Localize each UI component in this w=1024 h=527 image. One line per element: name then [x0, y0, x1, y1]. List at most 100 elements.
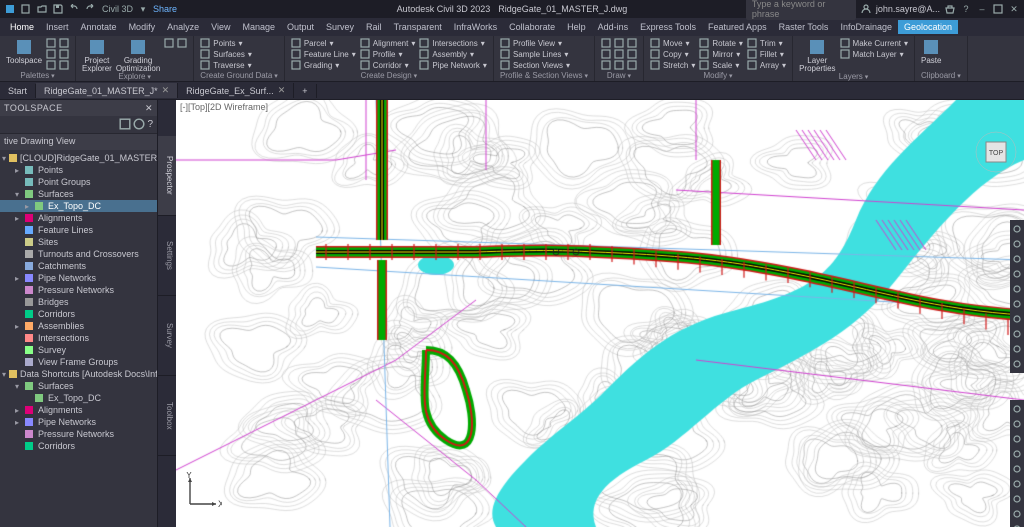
- tree-node[interactable]: Turnouts and Crossovers: [0, 248, 157, 260]
- tree-expander-icon[interactable]: ▸: [12, 214, 22, 223]
- ribbon-cmd-pipe-network[interactable]: Pipe Network ▾: [419, 60, 487, 70]
- signin-icon[interactable]: [860, 3, 872, 15]
- tree-node[interactable]: Corridors: [0, 440, 157, 452]
- ribbon-cmd-section-views[interactable]: Section Views ▾: [500, 60, 570, 70]
- ribbon-cmd-surfaces[interactable]: Surfaces ▾: [200, 49, 252, 59]
- tree-node[interactable]: ▸Alignments: [0, 212, 157, 224]
- nav-tool-icon[interactable]: [1011, 402, 1023, 416]
- ribbon-tab-geolocation[interactable]: Geolocation: [898, 20, 958, 34]
- tree-node[interactable]: Survey: [0, 344, 157, 356]
- doc-tab[interactable]: Start: [0, 84, 36, 98]
- ribbon-tab-rail[interactable]: Rail: [360, 20, 388, 34]
- drawing-canvas[interactable]: [-][Top][2D Wireframe] TOP X Y: [176, 100, 1024, 527]
- ribbon-tab-infodrainage[interactable]: InfoDrainage: [834, 20, 898, 34]
- ts-help-icon[interactable]: ?: [147, 119, 153, 130]
- ribbon-cmd-profile[interactable]: Profile ▾: [360, 49, 416, 59]
- ribbon-tab-home[interactable]: Home: [4, 20, 40, 34]
- ribbon-panel-label[interactable]: Create Design: [291, 71, 487, 81]
- ribbon-cmd-grading[interactable]: Grading ▾: [291, 60, 356, 70]
- tree-node[interactable]: Feature Lines: [0, 224, 157, 236]
- tree-expander-icon[interactable]: ▾: [2, 154, 6, 163]
- new-tab-button[interactable]: +: [294, 84, 316, 98]
- ribbon-tab-collaborate[interactable]: Collaborate: [503, 20, 561, 34]
- nav-tool-icon[interactable]: [1011, 507, 1023, 521]
- ribbon-cmd-mirror[interactable]: Mirror ▾: [699, 49, 743, 59]
- maximize-icon[interactable]: [992, 3, 1004, 15]
- tree-node[interactable]: ▸Points: [0, 164, 157, 176]
- search-input[interactable]: Type a keyword or phrase: [746, 0, 856, 20]
- ribbon-cmd-profile-view[interactable]: Profile View ▾: [500, 38, 570, 48]
- nav-tool-icon[interactable]: [1011, 522, 1023, 527]
- nav-tool-icon[interactable]: [1011, 477, 1023, 491]
- ribbon-cmd-intersections[interactable]: Intersections ▾: [419, 38, 487, 48]
- tree-expander-icon[interactable]: ▸: [12, 406, 22, 415]
- ribbon-panel-label[interactable]: Palettes: [6, 71, 69, 81]
- toolspace-tab-survey[interactable]: Survey: [158, 296, 176, 376]
- qat-undo-icon[interactable]: [68, 3, 80, 15]
- ribbon-tab-survey[interactable]: Survey: [320, 20, 360, 34]
- ribbon-tab-output[interactable]: Output: [281, 20, 320, 34]
- nav-tool-icon[interactable]: [1011, 222, 1023, 236]
- close-icon[interactable]: ✕: [1008, 3, 1020, 15]
- ts-tool-icon[interactable]: [119, 118, 131, 132]
- ribbon-panel-label[interactable]: Draw: [601, 71, 637, 81]
- tree-node[interactable]: Catchments: [0, 260, 157, 272]
- tree-node[interactable]: Sites: [0, 236, 157, 248]
- viewport-label[interactable]: [-][Top][2D Wireframe]: [180, 102, 268, 112]
- tree-expander-icon[interactable]: ▸: [12, 418, 22, 427]
- tree-node[interactable]: Pressure Networks: [0, 428, 157, 440]
- tree-node[interactable]: Ex_Topo_DC: [0, 392, 157, 404]
- tree-expander-icon[interactable]: ▸: [12, 166, 22, 175]
- ribbon-tab-help[interactable]: Help: [561, 20, 592, 34]
- share-button[interactable]: Share: [153, 4, 177, 14]
- ribbon-cmd-match-layer[interactable]: Match Layer ▾: [840, 49, 908, 59]
- ribbon-cmd-make-current[interactable]: Make Current ▾: [840, 38, 908, 48]
- ribbon-panel-label[interactable]: Create Ground Data: [200, 71, 278, 81]
- tree-node[interactable]: ▸Pipe Networks: [0, 416, 157, 428]
- nav-tool-icon[interactable]: [1011, 327, 1023, 341]
- nav-tool-icon[interactable]: [1011, 357, 1023, 371]
- nav-tool-icon[interactable]: [1011, 237, 1023, 251]
- ribbon-panel-label[interactable]: Modify: [650, 71, 786, 81]
- ribbon-cmd-trim[interactable]: Trim ▾: [747, 38, 786, 48]
- ts-tool-icon[interactable]: [133, 118, 145, 132]
- basket-icon[interactable]: [944, 3, 956, 15]
- ribbon-cmd-project-explorer[interactable]: ProjectExplorer: [82, 38, 112, 74]
- ribbon-cmd-copy[interactable]: Copy ▾: [650, 49, 695, 59]
- ribbon-tab-raster-tools[interactable]: Raster Tools: [773, 20, 835, 34]
- toolspace-view-header[interactable]: tive Drawing View: [0, 134, 157, 150]
- tree-expander-icon[interactable]: ▾: [12, 190, 22, 199]
- user-name[interactable]: john.sayre@A...: [876, 4, 940, 14]
- tree-expander-icon[interactable]: ▾: [2, 370, 6, 379]
- ribbon-tab-analyze[interactable]: Analyze: [161, 20, 205, 34]
- tree-expander-icon[interactable]: ▸: [12, 322, 22, 331]
- tree-node[interactable]: Pressure Networks: [0, 284, 157, 296]
- tree-node[interactable]: ▾Surfaces: [0, 188, 157, 200]
- ribbon-cmd-scale[interactable]: Scale ▾: [699, 60, 743, 70]
- ribbon-cmd-sample-lines[interactable]: Sample Lines ▾: [500, 49, 570, 59]
- nav-tool-icon[interactable]: [1011, 492, 1023, 506]
- ribbon-cmd-rotate[interactable]: Rotate ▾: [699, 38, 743, 48]
- qat-dropdown-icon[interactable]: ▾: [137, 3, 149, 15]
- ribbon-tab-manage[interactable]: Manage: [236, 20, 281, 34]
- ribbon-tab-add-ins[interactable]: Add-ins: [592, 20, 635, 34]
- tree-node[interactable]: ▾Surfaces: [0, 380, 157, 392]
- nav-tool-icon[interactable]: [1011, 297, 1023, 311]
- minimize-icon[interactable]: –: [976, 3, 988, 15]
- tree-node[interactable]: Corridors: [0, 308, 157, 320]
- nav-tool-icon[interactable]: [1011, 432, 1023, 446]
- ribbon-tab-modify[interactable]: Modify: [123, 20, 162, 34]
- tree-node[interactable]: Point Groups: [0, 176, 157, 188]
- qat-redo-icon[interactable]: [84, 3, 96, 15]
- ribbon-cmd-layer-properties[interactable]: LayerProperties: [799, 38, 835, 74]
- ribbon-cmd-grading-optimization[interactable]: GradingOptimization: [116, 38, 160, 74]
- nav-tool-icon[interactable]: [1011, 252, 1023, 266]
- close-tab-icon[interactable]: ✕: [162, 85, 170, 96]
- nav-tool-icon[interactable]: [1011, 417, 1023, 431]
- ribbon-cmd-toolspace[interactable]: Toolspace: [6, 38, 42, 65]
- tree-node[interactable]: Intersections: [0, 332, 157, 344]
- ribbon-cmd-paste[interactable]: Paste: [921, 38, 941, 65]
- tree-node[interactable]: ▾Data Shortcuts [Autodesk Docs\Infrastr.…: [0, 368, 157, 380]
- ribbon-cmd-fillet[interactable]: Fillet ▾: [747, 49, 786, 59]
- tree-expander-icon[interactable]: ▸: [22, 202, 32, 211]
